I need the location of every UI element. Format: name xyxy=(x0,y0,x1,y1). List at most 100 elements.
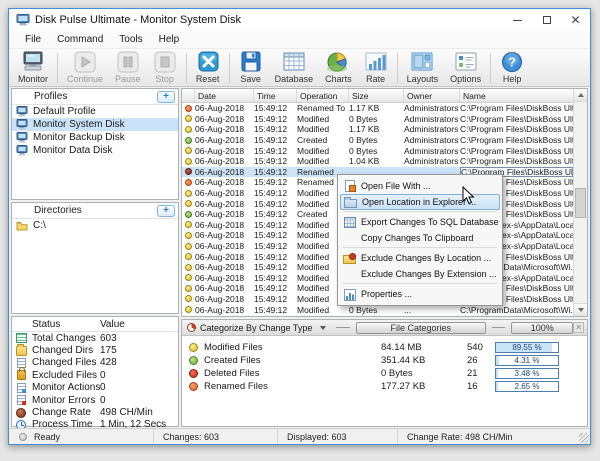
menu-item-open-location-in-explorer[interactable]: Open Location in Explorer ... xyxy=(340,194,500,210)
cell-time: 15:49:12 xyxy=(254,230,297,240)
cell-date: 06-Aug-2018 xyxy=(195,209,254,219)
status-panel: Status Value Total Changes 603 xyxy=(11,316,179,427)
reset-button[interactable]: Reset xyxy=(190,50,226,85)
category-count: 21 xyxy=(467,368,495,379)
menu-file[interactable]: File xyxy=(17,33,49,46)
status-icon xyxy=(17,370,26,380)
column-header-name[interactable]: Name xyxy=(460,89,587,102)
toolbar-separator xyxy=(490,53,491,83)
status-row: Changed Files 428 xyxy=(12,357,178,369)
column-header-operation[interactable]: Operation xyxy=(297,89,349,102)
profile-item[interactable]: Default Profile xyxy=(12,105,178,118)
directory-item[interactable]: C:\ xyxy=(12,219,178,232)
pause-icon xyxy=(116,51,140,73)
close-panel-button[interactable]: ✕ xyxy=(573,322,584,333)
add-directory-button[interactable]: + xyxy=(157,205,175,217)
menu-item-open-file-with[interactable]: Open File With ... xyxy=(340,178,500,194)
profile-item[interactable]: Monitor System Disk xyxy=(12,118,178,131)
column-header-owner[interactable]: Owner xyxy=(404,89,460,102)
toolbar-separator xyxy=(229,53,230,83)
minimize-button[interactable] xyxy=(503,9,532,31)
category-label: Renamed Files xyxy=(204,381,381,392)
layouts-button[interactable]: Layouts xyxy=(401,50,445,85)
table-row[interactable]: 06-Aug-2018 15:49:12 Modified 0 Bytes Ad… xyxy=(182,145,573,156)
column-header-size[interactable]: Size xyxy=(349,89,404,102)
help-button[interactable]: ? Help xyxy=(494,50,530,85)
change-type-dot xyxy=(185,264,192,271)
stop-button[interactable]: Stop xyxy=(147,50,183,85)
pause-button[interactable]: Pause xyxy=(109,50,147,85)
categorize-dropdown[interactable]: Categorize By Change Type xyxy=(185,323,330,333)
continue-button[interactable]: Continue xyxy=(61,50,109,85)
menu-tools[interactable]: Tools xyxy=(111,33,150,46)
change-type-dot xyxy=(185,190,192,197)
table-row[interactable]: 06-Aug-2018 15:49:12 Modified 1.17 KB Ad… xyxy=(182,124,573,135)
statusbar: Ready Changes: 603 Displayed: 603 Change… xyxy=(9,428,590,444)
category-label: Deleted Files xyxy=(204,368,381,379)
column-header-date[interactable]: Date xyxy=(195,89,254,102)
save-button[interactable]: Save xyxy=(233,50,269,85)
reset-icon xyxy=(196,51,220,73)
status-icon xyxy=(17,395,26,405)
scrollbar-thumb[interactable] xyxy=(575,188,586,218)
profile-item[interactable]: Monitor Data Disk xyxy=(12,144,178,157)
cell-operation: Modified xyxy=(297,315,349,316)
close-button[interactable]: ✕ xyxy=(561,9,590,31)
category-dot xyxy=(189,356,198,365)
table-row[interactable]: 06-Aug-2018 15:49:12 Modified 0 Bytes Ad… xyxy=(182,114,573,125)
table-row[interactable]: 06-Aug-2018 15:49:12 Renamed To 1.17 KB … xyxy=(182,103,573,114)
menu-command[interactable]: Command xyxy=(49,33,111,46)
menu-item-export-changes-sql[interactable]: Export Changes To SQL Database xyxy=(340,214,500,230)
column-header-time[interactable]: Time xyxy=(254,89,297,102)
splitter-handle[interactable] xyxy=(336,327,350,328)
cell-owner: ... xyxy=(404,315,460,316)
cell-time: 15:49:12 xyxy=(254,252,297,262)
table-row[interactable]: 06-Aug-2018 15:49:12 Created 0 Bytes Adm… xyxy=(182,135,573,146)
vertical-scrollbar[interactable] xyxy=(573,89,587,316)
category-dot xyxy=(189,382,198,391)
file-categories-button[interactable]: File Categories xyxy=(356,322,486,334)
add-profile-button[interactable]: + xyxy=(157,91,175,103)
cell-date: 06-Aug-2018 xyxy=(195,220,254,230)
profile-item[interactable]: Monitor Backup Disk xyxy=(12,131,178,144)
resize-grip[interactable] xyxy=(579,433,589,443)
change-type-dot xyxy=(185,147,192,154)
menu-help[interactable]: Help xyxy=(151,33,188,46)
cell-time: 15:49:12 xyxy=(254,305,297,315)
database-button[interactable]: Database xyxy=(269,50,320,85)
cell-date: 06-Aug-2018 xyxy=(195,135,254,145)
scroll-up-arrow[interactable] xyxy=(574,89,587,102)
cell-time: 15:49:12 xyxy=(254,315,297,316)
cell-time: 15:49:12 xyxy=(254,241,297,251)
scroll-down-arrow[interactable] xyxy=(574,303,587,316)
menu-item-properties[interactable]: Properties ... xyxy=(340,286,500,302)
folder-icon xyxy=(16,221,28,231)
change-type-dot xyxy=(185,232,192,239)
category-row: Modified Files 84.14 MB 540 89.55 % xyxy=(182,341,587,354)
change-rate-status: Change Rate: 498 CH/Min xyxy=(398,429,590,444)
maximize-button[interactable] xyxy=(532,9,561,31)
cell-date: 06-Aug-2018 xyxy=(195,156,254,166)
menu-item-exclude-by-extension[interactable]: Exclude Changes By Extension ... xyxy=(340,266,500,282)
cell-date: 06-Aug-2018 xyxy=(195,114,254,124)
exclude-folder-icon xyxy=(343,252,356,264)
zoom-level-button[interactable]: 100% xyxy=(511,322,573,334)
status-value: 0 xyxy=(100,395,178,406)
cell-name: C:\Program Files\DiskBoss Ulti... xyxy=(460,124,573,134)
percent-bar: 4.31 % xyxy=(495,355,559,366)
table-row[interactable]: 06-Aug-2018 15:49:12 Modified 0 Bytes ..… xyxy=(182,315,573,316)
monitor-button[interactable]: Monitor xyxy=(12,50,54,85)
categorize-header: Categorize By Change Type File Categorie… xyxy=(182,320,587,336)
charts-button[interactable]: Charts xyxy=(319,50,358,85)
rate-button[interactable]: Rate xyxy=(358,50,394,85)
change-type-dot xyxy=(185,200,192,207)
cell-date: 06-Aug-2018 xyxy=(195,241,254,251)
options-button[interactable]: Options xyxy=(444,50,487,85)
table-row[interactable]: 06-Aug-2018 15:49:12 Modified 1.04 KB Ad… xyxy=(182,156,573,167)
toolbar-label: Help xyxy=(503,74,522,84)
profile-item-label: Monitor System Disk xyxy=(33,119,125,130)
category-rows: Modified Files 84.14 MB 540 89.55 % Crea… xyxy=(182,336,587,393)
menu-item-exclude-by-location[interactable]: Exclude Changes By Location ... xyxy=(340,250,500,266)
menu-item-copy-changes-clipboard[interactable]: Copy Changes To Clipboard xyxy=(340,230,500,246)
splitter-handle[interactable] xyxy=(492,327,506,328)
